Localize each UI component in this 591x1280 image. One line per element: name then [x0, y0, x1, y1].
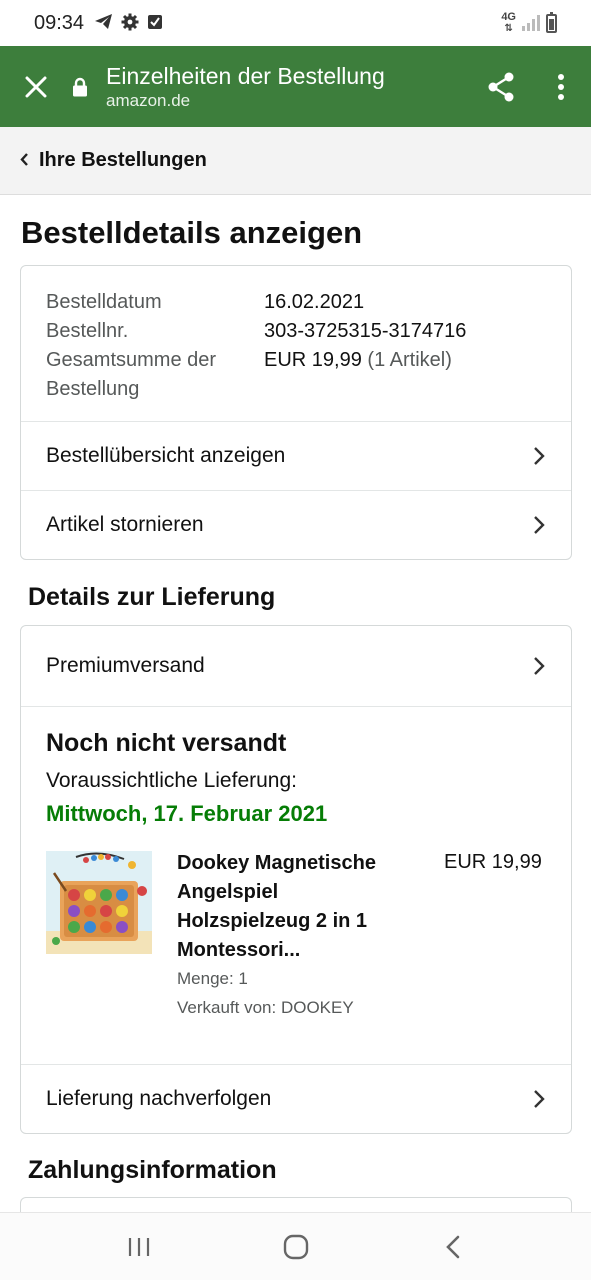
order-total-row: Gesamtsumme der Bestellung EUR 19,99 (1 A… [46, 346, 546, 404]
order-summary-card: Bestelldatum 16.02.2021 Bestellnr. 303-3… [20, 265, 572, 560]
cancel-items-link[interactable]: Artikel stornieren [21, 490, 571, 559]
network-type-icon: 4G ⇅ [501, 11, 516, 34]
close-icon [25, 76, 47, 97]
order-date-value: 16.02.2021 [264, 291, 365, 313]
home-icon [283, 1234, 308, 1259]
share-icon [488, 72, 514, 101]
home-button[interactable] [271, 1222, 321, 1272]
main-content: Bestelldetails anzeigen Bestelldatum 16.… [0, 195, 591, 1212]
order-item-count: (1 Artikel) [367, 349, 452, 371]
delivery-eta-label: Voraussichtliche Lieferung: [46, 769, 297, 792]
status-icons-left [94, 13, 163, 34]
back-button[interactable] [428, 1222, 478, 1272]
lock-icon [72, 76, 90, 98]
chevron-right-icon [534, 516, 545, 534]
share-button[interactable] [471, 46, 531, 127]
battery-icon [546, 11, 557, 33]
view-order-summary-link[interactable]: Bestellübersicht anzeigen [21, 421, 571, 490]
recent-apps-icon [128, 1237, 149, 1256]
browser-toolbar: Einzelheiten der Bestellung amazon.de [0, 46, 591, 127]
shipment-status: Noch nicht versandt [46, 729, 287, 757]
track-delivery-link[interactable]: Lieferung nachverfolgen [21, 1064, 571, 1133]
payment-card [20, 1197, 572, 1212]
signal-icon [522, 15, 540, 31]
delivery-section-title: Details zur Lieferung [28, 583, 276, 611]
recent-apps-button[interactable] [114, 1222, 164, 1272]
browser-title: Einzelheiten der Bestellung [106, 62, 385, 89]
breadcrumb-link[interactable]: Ihre Bestellungen [39, 149, 207, 172]
chevron-right-icon [534, 1090, 545, 1108]
browser-url: amazon.de [106, 90, 191, 110]
order-number-label: Bestellnr. [46, 320, 129, 342]
order-total-label: Gesamtsumme der Bestellung [46, 349, 217, 400]
product-price: EUR 19,99 [444, 851, 542, 873]
order-number-value: 303-3725315-3174716 [264, 320, 467, 342]
order-number-row: Bestellnr. 303-3725315-3174716 [46, 317, 546, 346]
product-title-link[interactable]: Dookey Magnetische Angelspiel Holzspielz… [177, 849, 417, 965]
close-tab-button[interactable] [0, 46, 72, 127]
chevron-right-icon [534, 657, 545, 675]
page-title: Bestelldetails anzeigen [21, 215, 363, 250]
product-seller: Verkauft von: DOOKEY [177, 998, 354, 1017]
status-time: 09:34 [34, 11, 85, 34]
telegram-icon [94, 13, 113, 33]
shipment-block: Noch nicht versandt Voraussichtliche Lie… [21, 707, 571, 1064]
product-quantity: Menge: 1 [177, 969, 248, 988]
more-vertical-icon [558, 73, 564, 100]
order-date-row: Bestelldatum 16.02.2021 [46, 288, 546, 317]
product-image[interactable] [46, 851, 152, 954]
back-icon [445, 1235, 459, 1258]
settings-icon [121, 13, 139, 34]
checkbox-notification-icon [147, 13, 163, 33]
breadcrumb[interactable]: Ihre Bestellungen [0, 127, 591, 195]
delivery-eta-date: Mittwoch, 17. Februar 2021 [46, 801, 328, 826]
status-bar: 09:34 4G ⇅ [0, 0, 591, 46]
order-total-value: EUR 19,99 (1 Artikel) [264, 349, 452, 371]
chevron-right-icon [534, 447, 545, 465]
order-info-grid: Bestelldatum 16.02.2021 Bestellnr. 303-3… [21, 266, 571, 421]
chevron-left-icon [20, 150, 29, 171]
delivery-card: Premiumversand Noch nicht versandt Vorau… [20, 625, 572, 1134]
system-nav-bar [0, 1212, 591, 1280]
shipping-method-link[interactable]: Premiumversand [21, 626, 571, 707]
payment-section-title: Zahlungsinformation [28, 1156, 277, 1184]
more-options-button[interactable] [531, 46, 591, 127]
order-date-label: Bestelldatum [46, 291, 162, 313]
status-icons-right: 4G ⇅ [501, 11, 557, 34]
browser-title-block: Einzelheiten der Bestellung amazon.de [106, 62, 471, 112]
